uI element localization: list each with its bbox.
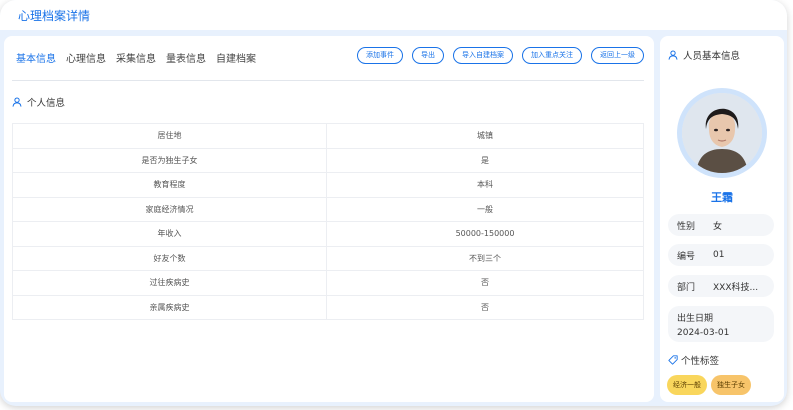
row-key: 过往疾病史: [12, 270, 327, 296]
row-value: 城镇: [326, 123, 644, 149]
id-label: 编号: [677, 251, 696, 262]
tags-heading: 个性标签: [668, 353, 719, 367]
personal-info-heading: 个人信息: [12, 95, 65, 109]
row-key: 是否为独生子女: [12, 147, 327, 173]
row-key: 居住地: [12, 123, 327, 149]
profile-title: 人员基本信息: [683, 51, 741, 62]
id-field: 编号 01: [668, 244, 774, 266]
birth-field: 出生日期 2024-03-01: [668, 306, 774, 342]
tags-list: 经济一般 独生子女: [667, 375, 751, 395]
tab-self-archive[interactable]: 自建档案: [216, 50, 256, 65]
row-value: 50000-150000: [326, 221, 644, 247]
add-focus-button[interactable]: 加入重点关注: [522, 47, 582, 64]
divider: [12, 80, 644, 81]
dept-value: XXX科技...: [713, 282, 759, 293]
row-value: 是: [326, 147, 644, 173]
person-icon: [12, 97, 22, 107]
profile-name: 王霜: [711, 191, 733, 204]
gender-label: 性别: [677, 221, 696, 232]
profile-panel: 人员基本信息 王霜 性别 女 编号 01 部门 XXX科技... 出生日期 20…: [660, 36, 784, 402]
profile-heading: 人员基本信息: [668, 48, 740, 62]
gender-value: 女: [713, 221, 723, 232]
table-row: 好友个数 不到三个: [12, 245, 644, 271]
avatar: [682, 93, 762, 173]
gender-field: 性别 女: [668, 214, 774, 236]
avatar-ring: [677, 88, 767, 178]
row-value: 否: [326, 294, 644, 320]
main-panel: 基本信息 心理信息 采集信息 量表信息 自建档案 添加事件 导出 导入自建档案 …: [4, 36, 654, 402]
back-button[interactable]: 返回上一级: [591, 47, 644, 64]
table-row: 家庭经济情况 一般: [12, 196, 644, 222]
page-title: 心理档案详情: [18, 9, 91, 23]
birth-value: 2024-03-01: [677, 328, 730, 338]
person-icon: [668, 50, 678, 60]
row-key: 教育程度: [12, 172, 327, 198]
table-row: 是否为独生子女是: [12, 147, 644, 173]
table-row: 过往疾病史否: [12, 270, 644, 296]
action-bar: 添加事件 导出 导入自建档案 加入重点关注 返回上一级: [357, 47, 644, 64]
row-key: 好友个数: [12, 245, 327, 271]
tag-icon: [668, 355, 678, 365]
tag-badge: 独生子女: [711, 375, 751, 395]
row-value: 本科: [326, 172, 644, 198]
tab-basic-info[interactable]: 基本信息: [16, 50, 56, 65]
tab-psych-info[interactable]: 心理信息: [66, 50, 106, 65]
table-row: 居住地 城镇: [12, 123, 644, 149]
dept-field: 部门 XXX科技...: [668, 275, 774, 297]
dept-label: 部门: [677, 282, 696, 293]
tags-title: 个性标签: [681, 356, 720, 367]
tag-badge: 经济一般: [667, 375, 707, 395]
section-title: 个人信息: [27, 98, 66, 109]
export-button[interactable]: 导出: [412, 47, 444, 64]
page-header: 心理档案详情: [0, 0, 787, 30]
table-row: 教育程度 本科: [12, 172, 644, 198]
birth-label: 出生日期: [677, 314, 714, 324]
add-event-button[interactable]: 添加事件: [357, 47, 403, 64]
tab-scale-info[interactable]: 量表信息: [166, 50, 206, 65]
table-row: 年收入 50000-150000: [12, 221, 644, 247]
row-key: 亲属疾病史: [12, 294, 327, 320]
avatar-photo: [682, 93, 762, 173]
row-value: 一般: [326, 196, 644, 222]
import-archive-button[interactable]: 导入自建档案: [453, 47, 513, 64]
row-key: 家庭经济情况: [12, 196, 327, 222]
tab-collect-info[interactable]: 采集信息: [116, 50, 156, 65]
table-row: 亲属疾病史否: [12, 294, 644, 320]
row-value: 否: [326, 270, 644, 296]
row-value: 不到三个: [326, 245, 644, 271]
id-value: 01: [713, 250, 725, 260]
row-key: 年收入: [12, 221, 327, 247]
tab-bar: 基本信息 心理信息 采集信息 量表信息 自建档案: [16, 50, 256, 65]
personal-info-table: 居住地 城镇 是否为独生子女是 教育程度 本科 家庭经济情况 一般 年收入 50000-…: [12, 123, 644, 320]
page-frame: 心理档案详情 基本信息 心理信息 采集信息 量表信息 自建档案 添加事件 导出 …: [0, 0, 787, 406]
